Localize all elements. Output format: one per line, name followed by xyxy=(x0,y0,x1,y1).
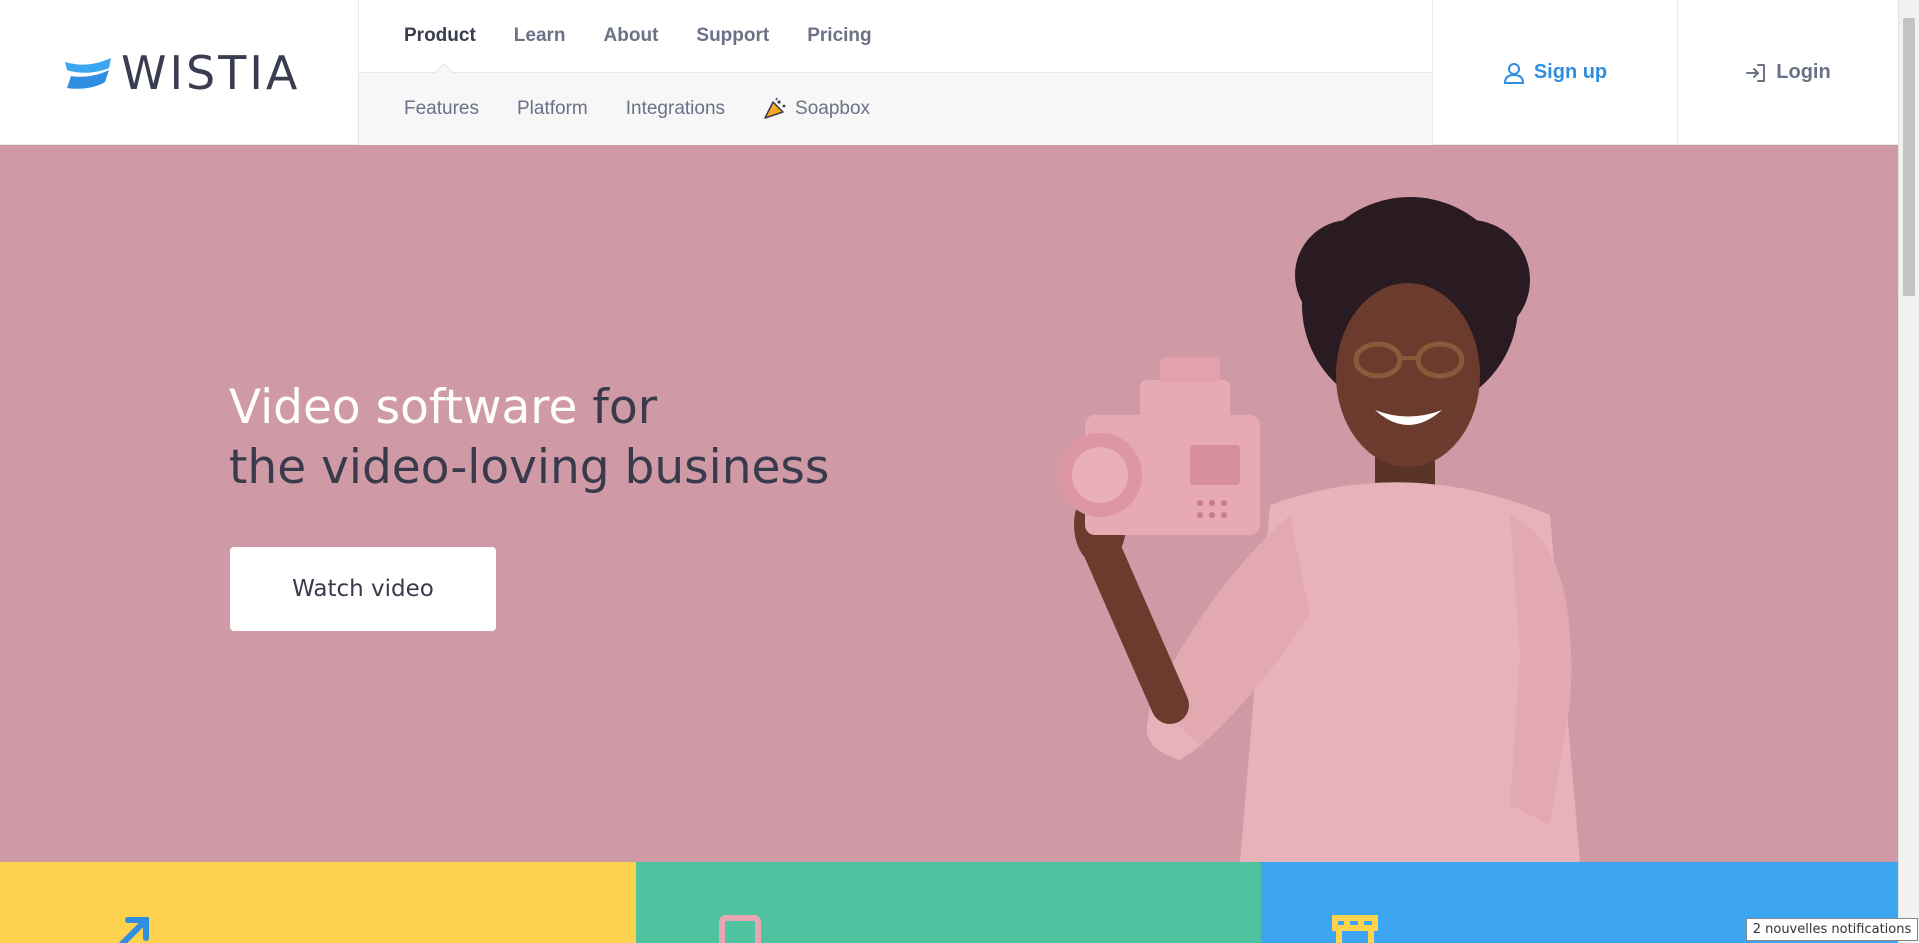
watch-video-button[interactable]: Watch video xyxy=(230,547,496,631)
feature-tile-green[interactable] xyxy=(636,862,1261,943)
nav-item-support[interactable]: Support xyxy=(696,25,769,47)
nav-item-about[interactable]: About xyxy=(604,25,659,47)
login-label: Login xyxy=(1776,61,1831,83)
signup-button[interactable]: Sign up xyxy=(1433,0,1678,145)
feature-tile-yellow[interactable] xyxy=(0,862,636,943)
hero-person-image xyxy=(1058,197,1580,862)
subnav-label: Soapbox xyxy=(795,98,871,119)
hero-title: Video software for the video-loving busi… xyxy=(229,378,829,498)
subnav-label: Platform xyxy=(516,98,588,119)
site-header: WISTIA Product Learn About Support Prici… xyxy=(0,0,1898,145)
subnav-item-soapbox[interactable]: Soapbox xyxy=(763,98,870,120)
logo-wordmark: WISTIA xyxy=(121,46,301,100)
hero-title-rest: for xyxy=(577,380,658,435)
subnav-item-platform[interactable]: Platform xyxy=(517,98,588,120)
hero-title-highlight: Video software xyxy=(229,380,578,435)
secondary-nav: Features Platform Integrations Soapbox xyxy=(359,73,1432,145)
notification-text: 2 nouvelles notifications xyxy=(1752,922,1912,937)
subnav-label: Integrations xyxy=(625,98,726,119)
store-icon xyxy=(1332,915,1378,943)
subnav-item-integrations[interactable]: Integrations xyxy=(626,98,725,120)
party-horn-icon xyxy=(764,98,786,119)
feature-strip xyxy=(0,862,1898,943)
arrow-up-right-icon xyxy=(118,917,149,943)
hero-section: Video software for the video-loving busi… xyxy=(0,145,1898,862)
primary-nav: Product Learn About Support Pricing xyxy=(359,0,1432,83)
login-arrow-icon xyxy=(1746,63,1766,82)
subnav-label: Features xyxy=(404,98,479,119)
tablet-icon xyxy=(719,915,761,943)
login-button[interactable]: Login xyxy=(1678,0,1898,145)
nav-item-learn[interactable]: Learn xyxy=(514,25,566,47)
subnav-item-features[interactable]: Features xyxy=(404,98,479,120)
signup-label: Sign up xyxy=(1533,61,1608,83)
nav-item-pricing[interactable]: Pricing xyxy=(807,25,871,47)
nav-item-product[interactable]: Product xyxy=(404,25,476,47)
main-nav: Product Learn About Support Pricing Feat… xyxy=(358,0,1433,145)
notification-toast[interactable]: 2 nouvelles notifications xyxy=(1746,918,1918,941)
hero-title-line2: the video-loving business xyxy=(229,440,830,495)
page-scrollbar[interactable] xyxy=(1898,0,1919,943)
wistia-logo[interactable]: WISTIA xyxy=(65,46,301,100)
scrollbar-thumb[interactable] xyxy=(1903,18,1915,296)
wistia-wave-icon xyxy=(65,58,111,89)
user-icon xyxy=(1503,62,1524,84)
